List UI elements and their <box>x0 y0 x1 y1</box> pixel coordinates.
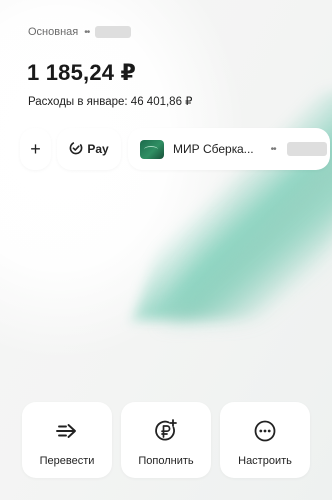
pay-button[interactable]: Pay <box>57 128 121 170</box>
card-masked-dots: •• <box>270 143 277 155</box>
card-selector[interactable]: МИР Сберкa... •• <box>128 128 330 170</box>
account-selector[interactable]: Основная •• <box>28 26 132 38</box>
checkmark-circle-icon <box>69 141 83 158</box>
settings-label: Настроить <box>238 455 292 467</box>
transfer-button[interactable]: Перевести <box>22 402 112 478</box>
ruble-plus-icon <box>153 418 179 444</box>
card-name: МИР Сберкa... <box>173 142 254 156</box>
transfer-label: Перевести <box>39 455 95 467</box>
more-dots-icon <box>252 418 278 444</box>
card-thumbnail-icon <box>140 139 164 159</box>
monthly-expenses[interactable]: Расходы в январе: 46 401,86 ₽ <box>28 94 192 108</box>
balance-amount: 1 185,24 ₽ <box>27 60 137 85</box>
plus-icon: + <box>30 138 41 159</box>
transfer-arrow-icon <box>54 418 80 444</box>
add-card-button[interactable]: + <box>20 128 51 170</box>
account-number-redacted <box>95 26 132 38</box>
card-number-redacted <box>286 142 327 156</box>
settings-button[interactable]: Настроить <box>220 402 310 478</box>
account-name: Основная <box>28 26 79 38</box>
pay-label: Pay <box>87 142 109 156</box>
top-up-label: Пополнить <box>138 455 194 467</box>
account-masked-dots: •• <box>84 26 90 38</box>
top-up-button[interactable]: Пополнить <box>121 402 211 478</box>
